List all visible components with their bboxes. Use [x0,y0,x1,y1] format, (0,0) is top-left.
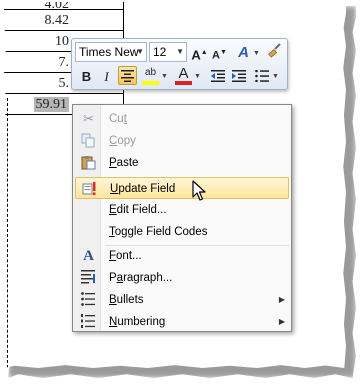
font-name-combo[interactable]: Times New ▼ [75,42,147,62]
font-color-icon: A [178,65,189,82]
context-menu: ✂ Cut Copy Paste Update Field Edit Field… [72,104,292,332]
center-align-button[interactable] [118,66,137,85]
font-color-button[interactable]: A [174,65,193,85]
font-color-bar [175,81,192,85]
grow-font-button[interactable]: A▲ [190,43,209,62]
numbering-icon [80,314,97,330]
highlight-icon: ab [144,67,157,78]
chevron-down-icon[interactable]: ▼ [272,73,279,80]
menu-item-toggle-field-codes[interactable]: Toggle Field Codes [75,221,289,243]
format-painter-icon [267,43,281,58]
menu-item-numbering[interactable]: Numbering ▶ [75,311,289,333]
highlight-button[interactable]: ab [141,65,160,85]
menu-item-label: Copy [109,135,136,147]
bold-button[interactable]: B [77,67,96,86]
styles-icon: A [238,44,249,61]
scissors-icon: ✂ [83,111,94,126]
shrink-font-button[interactable]: A▼ [210,43,229,62]
menu-item-label: Numbering [109,316,166,328]
bullets-icon [80,292,97,308]
menu-item-copy[interactable]: Copy [75,130,289,152]
bullets-button[interactable] [252,67,271,86]
menu-item-label: Paste [109,157,139,169]
font-size-value: 12 [153,45,167,59]
update-field-icon [81,181,98,197]
page-margin-line [7,98,8,368]
menu-item-label: Update Field [110,183,176,195]
menu-item-update-field[interactable]: Update Field [75,177,289,199]
styles-button[interactable]: A [234,43,253,62]
menu-item-label: Edit Field... [109,204,167,216]
menu-item-cut[interactable]: ✂ Cut [75,108,289,130]
copy-icon [80,133,97,149]
bold-icon: B [81,69,92,84]
decrease-indent-button[interactable] [208,67,227,86]
chevron-down-icon[interactable]: ▼ [194,73,201,80]
document-page: 4.02 8.42 10 7. 5. 59.91 Times New ▼ 12 … [4,2,346,368]
decrease-indent-icon [210,70,225,82]
increase-indent-button[interactable] [229,67,248,86]
font-name-value: Times New [79,45,139,59]
submenu-arrow-icon: ▶ [278,295,285,304]
table-cell[interactable]: 8.42 [4,10,124,31]
bullets-icon [254,69,269,83]
submenu-arrow-icon: ▶ [278,317,285,326]
chevron-down-icon[interactable]: ▼ [253,50,260,57]
chevron-down-icon[interactable]: ▼ [161,73,168,80]
shrink-font-icon: A [212,49,220,62]
menu-item-label: Font... [109,250,142,262]
center-align-icon [121,70,134,82]
chevron-down-icon: ▼ [176,47,184,56]
menu-item-label: Toggle Field Codes [109,226,208,238]
grow-font-icon: A [191,47,201,63]
italic-icon: I [104,69,109,84]
menu-item-label: Paragraph... [109,272,173,284]
menu-item-label: Cut [109,113,127,125]
mouse-cursor-icon [192,180,206,201]
highlight-color-bar [142,81,159,85]
mini-toolbar: Times New ▼ 12 ▼ A▲ A▼ A ▼ B I ab ▼ A ▼ … [71,38,288,90]
menu-item-label: Bullets [109,294,144,306]
menu-item-font[interactable]: A Font... [75,245,289,267]
italic-button[interactable]: I [97,67,116,86]
paragraph-icon [80,270,97,286]
menu-item-edit-field[interactable]: Edit Field... [75,199,289,221]
menu-item-bullets[interactable]: Bullets ▶ [75,289,289,311]
table-cell[interactable]: 4.02 [4,2,124,10]
menu-item-paragraph[interactable]: Paragraph... [75,267,289,289]
font-icon: A [83,248,94,264]
font-size-combo[interactable]: 12 ▼ [149,42,187,62]
menu-item-paste[interactable]: Paste [75,152,289,174]
paste-icon [80,155,97,171]
increase-indent-icon [231,70,246,82]
format-painter-button[interactable] [265,42,284,61]
chevron-down-icon: ▼ [136,47,144,56]
